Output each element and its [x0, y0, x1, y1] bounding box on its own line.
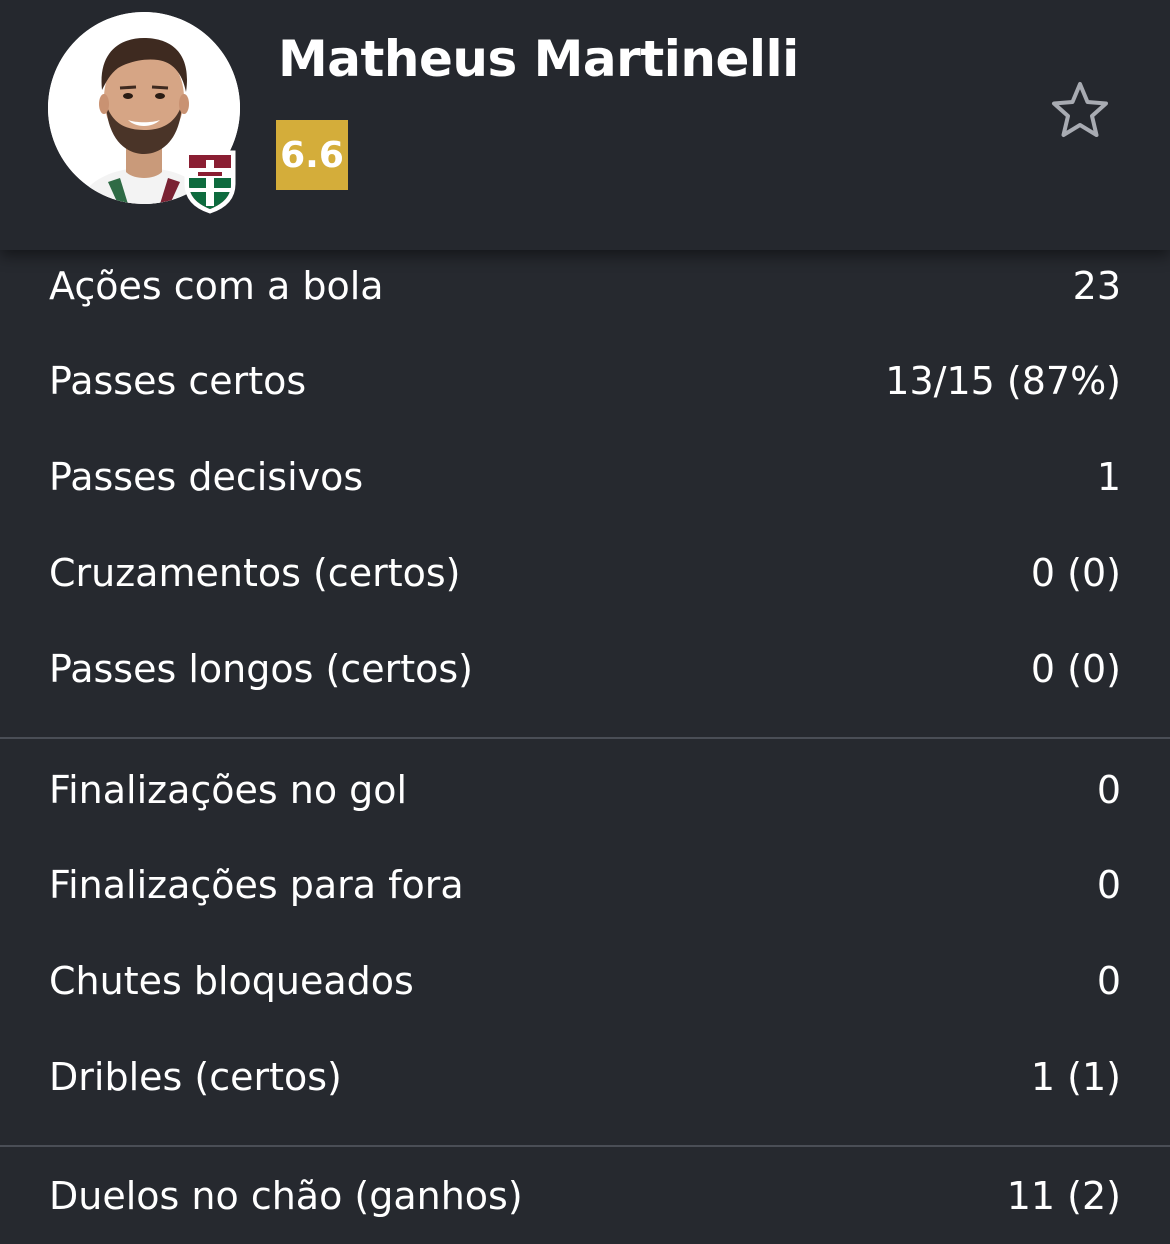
- star-outline-icon: [1052, 82, 1108, 137]
- section-divider: [0, 737, 1170, 739]
- favorite-star-button[interactable]: [1046, 78, 1114, 142]
- stat-label: Passes certos: [49, 359, 307, 403]
- stat-row: Chutes bloqueados 0: [0, 933, 1170, 1029]
- stat-value: 0: [1096, 863, 1121, 907]
- stat-label: Passes decisivos: [49, 455, 364, 499]
- stat-value: 11 (2): [1006, 1174, 1121, 1218]
- stat-value: 13/15 (87%): [885, 359, 1121, 403]
- stat-value: 1: [1096, 455, 1121, 499]
- stat-value: 0 (0): [1030, 647, 1121, 691]
- stat-row: Passes longos (certos) 0 (0): [0, 621, 1170, 717]
- stat-row: Finalizações para fora 0: [0, 837, 1170, 933]
- section-divider: [0, 1145, 1170, 1147]
- stat-row: Dribles (certos) 1 (1): [0, 1029, 1170, 1125]
- stat-value: 0: [1096, 959, 1121, 1003]
- stat-label: Cruzamentos (certos): [49, 551, 461, 595]
- stat-value: 0: [1096, 768, 1121, 812]
- stat-label: Finalizações no gol: [49, 768, 408, 812]
- stat-row: Cruzamentos (certos) 0 (0): [0, 525, 1170, 621]
- player-name: Matheus Martinelli: [278, 30, 799, 88]
- stat-label: Ações com a bola: [49, 264, 384, 308]
- stat-label: Dribles (certos): [49, 1055, 342, 1099]
- club-crest-icon: [182, 148, 238, 214]
- player-avatar[interactable]: [48, 12, 240, 214]
- stat-value: 23: [1072, 264, 1121, 308]
- stat-label: Finalizações para fora: [49, 863, 464, 907]
- stat-value: 0 (0): [1030, 551, 1121, 595]
- stat-label: Chutes bloqueados: [49, 959, 414, 1003]
- stat-row: Passes decisivos 1: [0, 429, 1170, 525]
- stat-row: Finalizações no gol 0: [0, 742, 1170, 838]
- stat-label: Duelos no chão (ganhos): [49, 1174, 523, 1218]
- rating-badge: 6.6: [276, 120, 348, 190]
- stat-row: Ações com a bola 23: [0, 238, 1170, 334]
- stat-label: Passes longos (certos): [49, 647, 473, 691]
- player-header: Matheus Martinelli 6.6: [0, 0, 1170, 250]
- stat-value: 1 (1): [1030, 1055, 1121, 1099]
- stat-row: Passes certos 13/15 (87%): [0, 333, 1170, 429]
- stat-row: Duelos no chão (ganhos) 11 (2): [0, 1148, 1170, 1244]
